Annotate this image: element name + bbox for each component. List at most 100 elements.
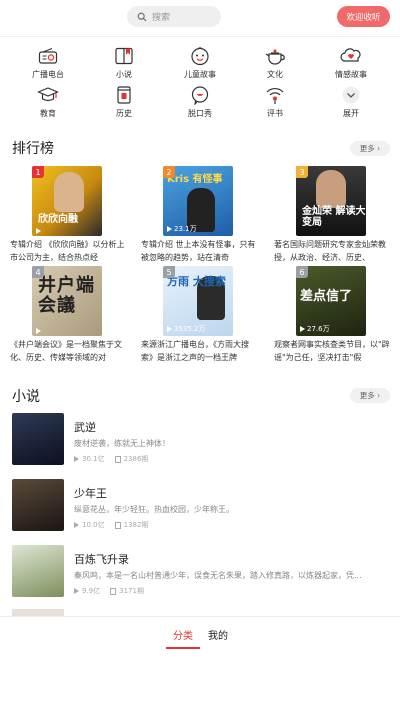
tab-category[interactable]: 分类 — [173, 627, 193, 642]
play-count: 30.1亿 — [82, 455, 105, 463]
rank-item-2[interactable]: Kris 有怪事 2 23.1万 专辑介绍 世上本没有怪事，只有被忽略的趋势，站… — [141, 166, 259, 264]
play-count: 10.0亿 — [82, 521, 105, 529]
album-description: 专辑介绍 世上本没有怪事，只有被忽略的趋势，站在清奇 — [141, 240, 256, 262]
chevron-down-icon — [340, 84, 362, 106]
category-expand[interactable]: 展开 — [321, 84, 381, 119]
category-label: 脱口秀 — [188, 109, 212, 118]
album-cover: 欣欣向融 1 — [32, 166, 102, 236]
ranking-title: 排行榜 — [12, 141, 54, 157]
play-icon — [36, 328, 41, 334]
album-cover: Kris 有怪事 2 23.1万 — [163, 166, 233, 236]
cover-text: 差点信了 — [300, 289, 353, 304]
cover-text: 井户端 会議 — [38, 275, 95, 316]
scroll-icon — [113, 84, 135, 106]
cover-text: 欣欣向融 — [38, 214, 78, 225]
category-label: 情感故事 — [335, 70, 367, 79]
play-count — [36, 328, 43, 334]
rank-badge: 5 — [163, 266, 175, 278]
novel-item[interactable]: 武逆 废材逆袭，练就无上神体！ 30.1亿 2386期 — [12, 413, 390, 469]
episode-count: 2386期 — [123, 455, 149, 463]
episode-count: 3171期 — [119, 587, 144, 595]
more-label: 更多 — [359, 144, 375, 153]
novel-meta: 30.1亿 2386期 — [74, 454, 148, 464]
play-icon — [300, 326, 305, 332]
search-input[interactable]: 搜索 — [127, 6, 221, 27]
novel-description: 纵意花丛，年少轻狂。热血校园，少年称王。 — [74, 505, 234, 514]
category-emotion[interactable]: 情感故事 — [321, 45, 381, 80]
category-novel[interactable]: 小说 — [94, 45, 154, 80]
radio-icon — [37, 45, 59, 67]
novel-name: 百炼飞升录 — [74, 553, 129, 566]
cover-text: 方雨 大搜索 — [167, 275, 226, 288]
play-icon — [74, 588, 79, 594]
rank-badge: 4 — [32, 266, 44, 278]
episodes-icon — [110, 587, 117, 595]
album-description: 著名国际问题研究专家金灿荣教授，从政治、经济、历史、 — [274, 240, 386, 262]
active-tab-indicator — [166, 647, 200, 649]
category-history[interactable]: 历史 — [94, 84, 154, 119]
category-culture[interactable]: 文化 — [245, 45, 305, 80]
host-photo — [54, 172, 84, 212]
play-icon — [74, 522, 79, 528]
play-icon — [167, 326, 172, 332]
novel-meta: 10.0亿 1382期 — [74, 520, 148, 530]
teapot-icon — [264, 45, 286, 67]
rank-badge: 1 — [32, 166, 44, 178]
bottom-tab-bar: 分类 我的 — [0, 616, 400, 711]
rank-item-6[interactable]: 差点信了 6 27.6万 观察者网事实核查类节目，以"辟谣"为己任，坚决打击"假 — [274, 266, 392, 364]
episodes-icon — [114, 521, 121, 529]
category-storytelling[interactable]: 评书 — [245, 84, 305, 119]
rank-item-4[interactable]: 井户端 会議 4 《井户端会议》是一档聚焦于文化、历史、传媒等领域的对 — [10, 266, 128, 364]
category-radio[interactable]: 广播电台 — [18, 45, 78, 80]
category-label: 教育 — [40, 109, 56, 118]
episodes-icon — [114, 455, 121, 463]
category-label: 文化 — [267, 70, 283, 79]
novel-more-button[interactable]: 更多 › — [350, 388, 390, 403]
top-bar: 搜索 欢迎收听 — [0, 0, 400, 36]
album-cover: 方雨 大搜索 5 3535.2万 — [163, 266, 233, 336]
ranking-more-button[interactable]: 更多 › — [350, 141, 390, 156]
album-description: 《井户端会议》是一档聚焦于文化、历史、传媒等领域的对 — [10, 340, 122, 362]
album-cover: 金灿荣 解读大变局 3 — [296, 166, 366, 236]
login-button[interactable]: 欢迎收听 — [337, 6, 390, 27]
rank-item-5[interactable]: 方雨 大搜索 5 3535.2万 来源浙江广播电台，《方雨大搜索》是浙江之声的一… — [141, 266, 259, 364]
play-count: 3535.2万 — [167, 324, 206, 334]
rank-badge: 6 — [296, 266, 308, 278]
header-divider — [0, 36, 400, 37]
search-placeholder: 搜索 — [152, 13, 171, 23]
category-label: 展开 — [343, 109, 359, 118]
heart-cloud-icon — [340, 45, 362, 67]
host-photo — [316, 170, 346, 208]
rank-item-1[interactable]: 欣欣向融 1 专辑介绍 《欣欣向融》以分析上市公司为主，结合热点经 — [10, 166, 128, 264]
category-label: 历史 — [116, 109, 132, 118]
novel-description: 废材逆袭，练就无上神体！ — [74, 439, 170, 448]
play-count: 27.6万 — [300, 324, 330, 334]
novel-item[interactable]: 百炼飞升录 秦风鸣，本是一名山村普通少年，误食无名朱果，踏入修真路，以炼器起家，… — [12, 545, 390, 601]
cover-text: Kris 有怪事 — [167, 174, 223, 185]
episode-count: 1382期 — [123, 521, 149, 529]
album-cover: 差点信了 6 27.6万 — [296, 266, 366, 336]
play-icon — [167, 226, 172, 232]
novel-section-title: 小说 — [12, 389, 40, 405]
tab-mine[interactable]: 我的 — [208, 627, 228, 642]
novel-name: 少年王 — [74, 487, 107, 500]
category-label: 评书 — [267, 109, 283, 118]
category-talkshow[interactable]: 脱口秀 — [170, 84, 230, 119]
category-label: 儿童故事 — [184, 70, 216, 79]
novel-item[interactable]: 少年王 纵意花丛，年少轻狂。热血校园，少年称王。 10.0亿 1382期 — [12, 479, 390, 535]
play-icon — [74, 456, 79, 462]
album-description: 来源浙江广播电台，《方雨大搜索》是浙江之声的一档王牌 — [141, 340, 249, 362]
play-count — [36, 228, 43, 234]
novel-name: 武逆 — [74, 421, 96, 434]
rank-item-3[interactable]: 金灿荣 解读大变局 3 著名国际问题研究专家金灿荣教授，从政治、经济、历史、 — [274, 166, 392, 264]
album-cover: 井户端 会議 4 — [32, 266, 102, 336]
chat-bubble-icon — [189, 84, 211, 106]
novel-cover — [12, 545, 64, 597]
cover-text: 金灿荣 解读大变局 — [302, 206, 366, 228]
kid-face-icon — [189, 45, 211, 67]
rank-badge: 2 — [163, 166, 175, 178]
category-education[interactable]: 教育 — [18, 84, 78, 119]
category-kids[interactable]: 儿童故事 — [170, 45, 230, 80]
category-grid: 广播电台 小说 儿童故事 文化 情感故事 教育 历史 脱口秀 评书 展开 — [0, 42, 400, 120]
album-description: 观察者网事实核查类节目，以"辟谣"为己任，坚决打击"假 — [274, 340, 390, 362]
